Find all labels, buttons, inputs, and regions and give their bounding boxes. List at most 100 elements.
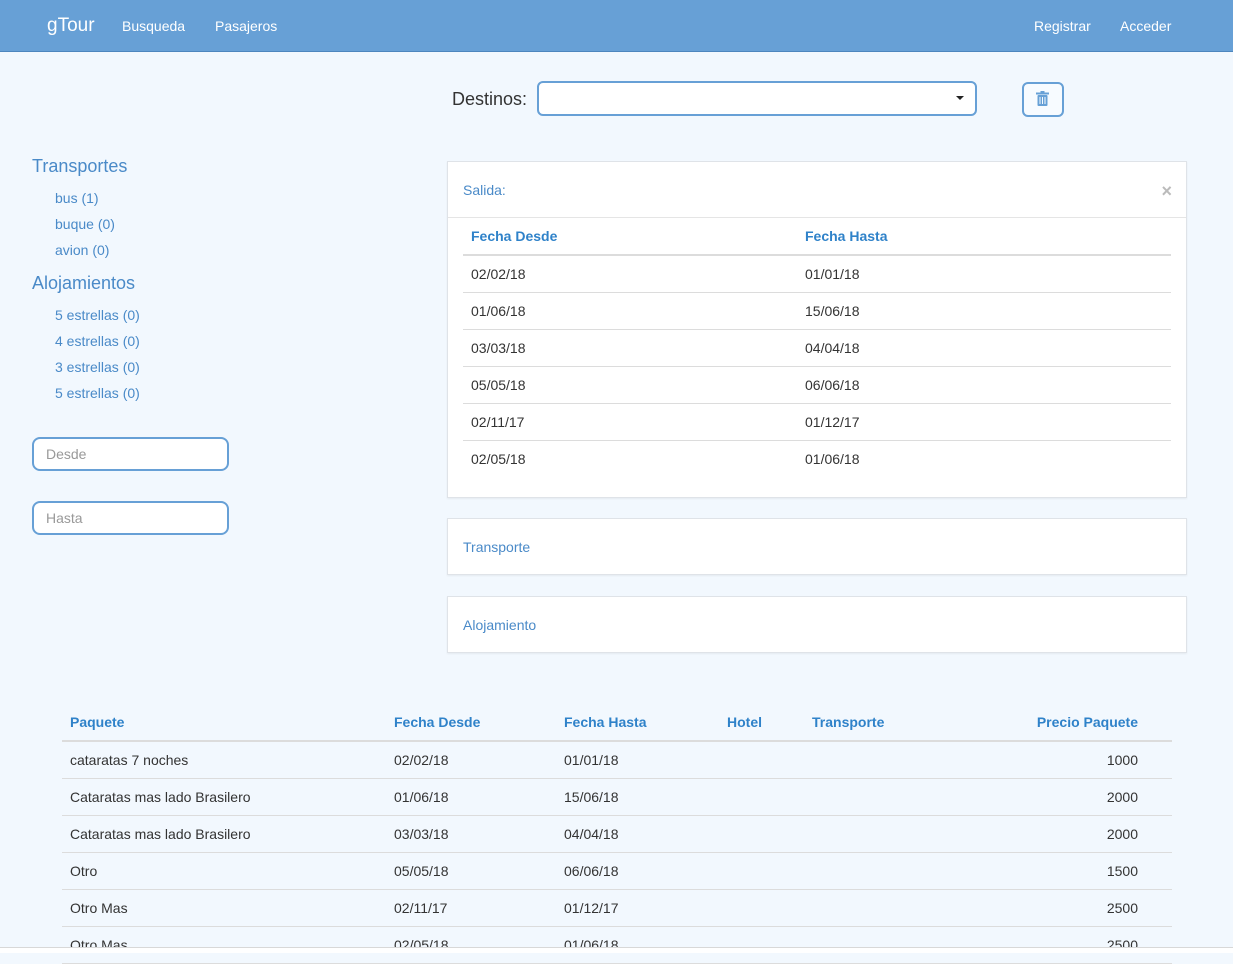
cell-fecha-desde: 02/02/18 [386, 741, 556, 779]
filter-alojamiento-item[interactable]: 4 estrellas (0) [55, 333, 140, 349]
caret-down-icon [956, 96, 964, 100]
cell-hotel [719, 889, 804, 927]
cell-hasta: 06/06/18 [797, 366, 1171, 404]
cell-desde: 02/02/18 [463, 255, 797, 293]
col-precio-paquete[interactable]: Precio Paquete [940, 704, 1172, 742]
cell-hotel [719, 815, 804, 853]
cell-hasta: 01/01/18 [797, 255, 1171, 293]
nav-acceder[interactable]: Acceder [1120, 18, 1171, 34]
cell-desde: 02/11/17 [463, 403, 797, 441]
cell-transporte [804, 778, 940, 816]
table-row[interactable]: 02/05/18 01/06/18 [463, 441, 1171, 478]
filter-alojamiento-item[interactable]: 3 estrellas (0) [55, 359, 140, 375]
table-row[interactable]: 03/03/18 04/04/18 [463, 329, 1171, 367]
table-row[interactable]: Otro Mas 02/05/18 01/06/18 2500 [62, 926, 1172, 964]
clear-destinos-button[interactable] [1022, 82, 1064, 117]
cell-hasta: 04/04/18 [797, 329, 1171, 367]
table-row[interactable]: 02/11/17 01/12/17 [463, 403, 1171, 441]
page-bottom-area [0, 948, 1233, 953]
alojamiento-panel-title[interactable]: Alojamiento [463, 617, 536, 633]
filter-alojamiento-item[interactable]: 5 estrellas (0) [55, 385, 140, 401]
cell-fecha-desde: 05/05/18 [386, 852, 556, 890]
cell-fecha-desde: 01/06/18 [386, 778, 556, 816]
table-row[interactable]: Cataratas mas lado Brasilero 03/03/18 04… [62, 815, 1172, 853]
table-row[interactable]: 01/06/18 15/06/18 [463, 292, 1171, 330]
hasta-input[interactable] [32, 501, 229, 535]
cell-paquete: Otro Mas [62, 889, 386, 927]
cell-transporte [804, 815, 940, 853]
cell-fecha-desde: 03/03/18 [386, 815, 556, 853]
alojamiento-panel[interactable]: Alojamiento [447, 596, 1187, 653]
alojamientos-heading: Alojamientos [32, 273, 136, 293]
cell-precio: 1000 [940, 741, 1172, 779]
cell-paquete: Cataratas mas lado Brasilero [62, 778, 386, 816]
col-fecha-hasta[interactable]: Fecha Hasta [797, 218, 1171, 256]
brand-link[interactable]: gTour [47, 15, 95, 37]
cell-hotel [719, 741, 804, 779]
cell-transporte [804, 852, 940, 890]
packages-table: Paquete Fecha Desde Fecha Hasta Hotel Tr… [62, 704, 1172, 964]
cell-fecha-hasta: 04/04/18 [556, 815, 719, 853]
cell-paquete: Otro [62, 852, 386, 890]
col-transporte[interactable]: Transporte [804, 704, 940, 742]
cell-hasta: 01/12/17 [797, 403, 1171, 441]
cell-paquete: Cataratas mas lado Brasilero [62, 815, 386, 853]
col-fecha-desde[interactable]: Fecha Desde [386, 704, 556, 742]
table-row[interactable]: 02/02/18 01/01/18 [463, 255, 1171, 293]
cell-desde: 05/05/18 [463, 366, 797, 404]
cell-fecha-hasta: 01/12/17 [556, 889, 719, 927]
filter-transporte-buque[interactable]: buque (0) [55, 216, 115, 232]
cell-precio: 2000 [940, 815, 1172, 853]
col-paquete[interactable]: Paquete [62, 704, 386, 742]
cell-hotel [719, 926, 804, 964]
cell-fecha-hasta: 01/01/18 [556, 741, 719, 779]
nav-registrar[interactable]: Registrar [1034, 18, 1091, 34]
col-fecha-desde[interactable]: Fecha Desde [463, 218, 797, 256]
cell-transporte [804, 889, 940, 927]
close-icon[interactable]: × [1161, 182, 1172, 200]
cell-hotel [719, 852, 804, 890]
table-row[interactable]: 05/05/18 06/06/18 [463, 366, 1171, 404]
cell-paquete: Otro Mas [62, 926, 386, 964]
cell-hotel [719, 778, 804, 816]
destinos-select[interactable] [537, 81, 977, 116]
cell-fecha-desde: 02/11/17 [386, 889, 556, 927]
cell-fecha-hasta: 06/06/18 [556, 852, 719, 890]
trash-icon [1036, 91, 1049, 106]
navbar: gTour Busqueda Pasajeros Registrar Acced… [0, 0, 1233, 52]
cell-precio: 1500 [940, 852, 1172, 890]
transportes-heading: Transportes [32, 156, 128, 176]
salida-table: Fecha Desde Fecha Hasta 02/02/18 01/01/18… [463, 218, 1171, 477]
salida-title[interactable]: Salida: [463, 182, 506, 198]
filter-transporte-bus[interactable]: bus (1) [55, 190, 99, 206]
transporte-panel[interactable]: Transporte [447, 518, 1187, 575]
table-row[interactable]: Otro Mas 02/11/17 01/12/17 2500 [62, 889, 1172, 927]
cell-precio: 2500 [940, 926, 1172, 964]
transporte-panel-title[interactable]: Transporte [463, 539, 530, 555]
cell-transporte [804, 926, 940, 964]
cell-fecha-hasta: 01/06/18 [556, 926, 719, 964]
desde-input[interactable] [32, 437, 229, 471]
nav-busqueda[interactable]: Busqueda [122, 18, 185, 34]
cell-precio: 2000 [940, 778, 1172, 816]
filter-transporte-avion[interactable]: avion (0) [55, 242, 109, 258]
col-fecha-hasta[interactable]: Fecha Hasta [556, 704, 719, 742]
destinos-label: Destinos: [452, 89, 528, 109]
cell-hasta: 15/06/18 [797, 292, 1171, 330]
cell-precio: 2500 [940, 889, 1172, 927]
table-row[interactable]: Cataratas mas lado Brasilero 01/06/18 15… [62, 778, 1172, 816]
cell-desde: 03/03/18 [463, 329, 797, 367]
cell-fecha-hasta: 15/06/18 [556, 778, 719, 816]
filter-alojamiento-item[interactable]: 5 estrellas (0) [55, 307, 140, 323]
table-row[interactable]: cataratas 7 noches 02/02/18 01/01/18 100… [62, 741, 1172, 779]
table-row[interactable]: Otro 05/05/18 06/06/18 1500 [62, 852, 1172, 890]
cell-desde: 01/06/18 [463, 292, 797, 330]
cell-desde: 02/05/18 [471, 451, 526, 467]
nav-pasajeros[interactable]: Pasajeros [215, 18, 277, 34]
cell-hasta: 01/06/18 [805, 451, 860, 467]
cell-paquete: cataratas 7 noches [62, 741, 386, 779]
cell-fecha-desde: 02/05/18 [386, 926, 556, 964]
salida-panel: Salida: × Fecha Desde Fecha Hasta 02/02/… [447, 161, 1187, 498]
cell-transporte [804, 741, 940, 779]
col-hotel[interactable]: Hotel [719, 704, 804, 742]
